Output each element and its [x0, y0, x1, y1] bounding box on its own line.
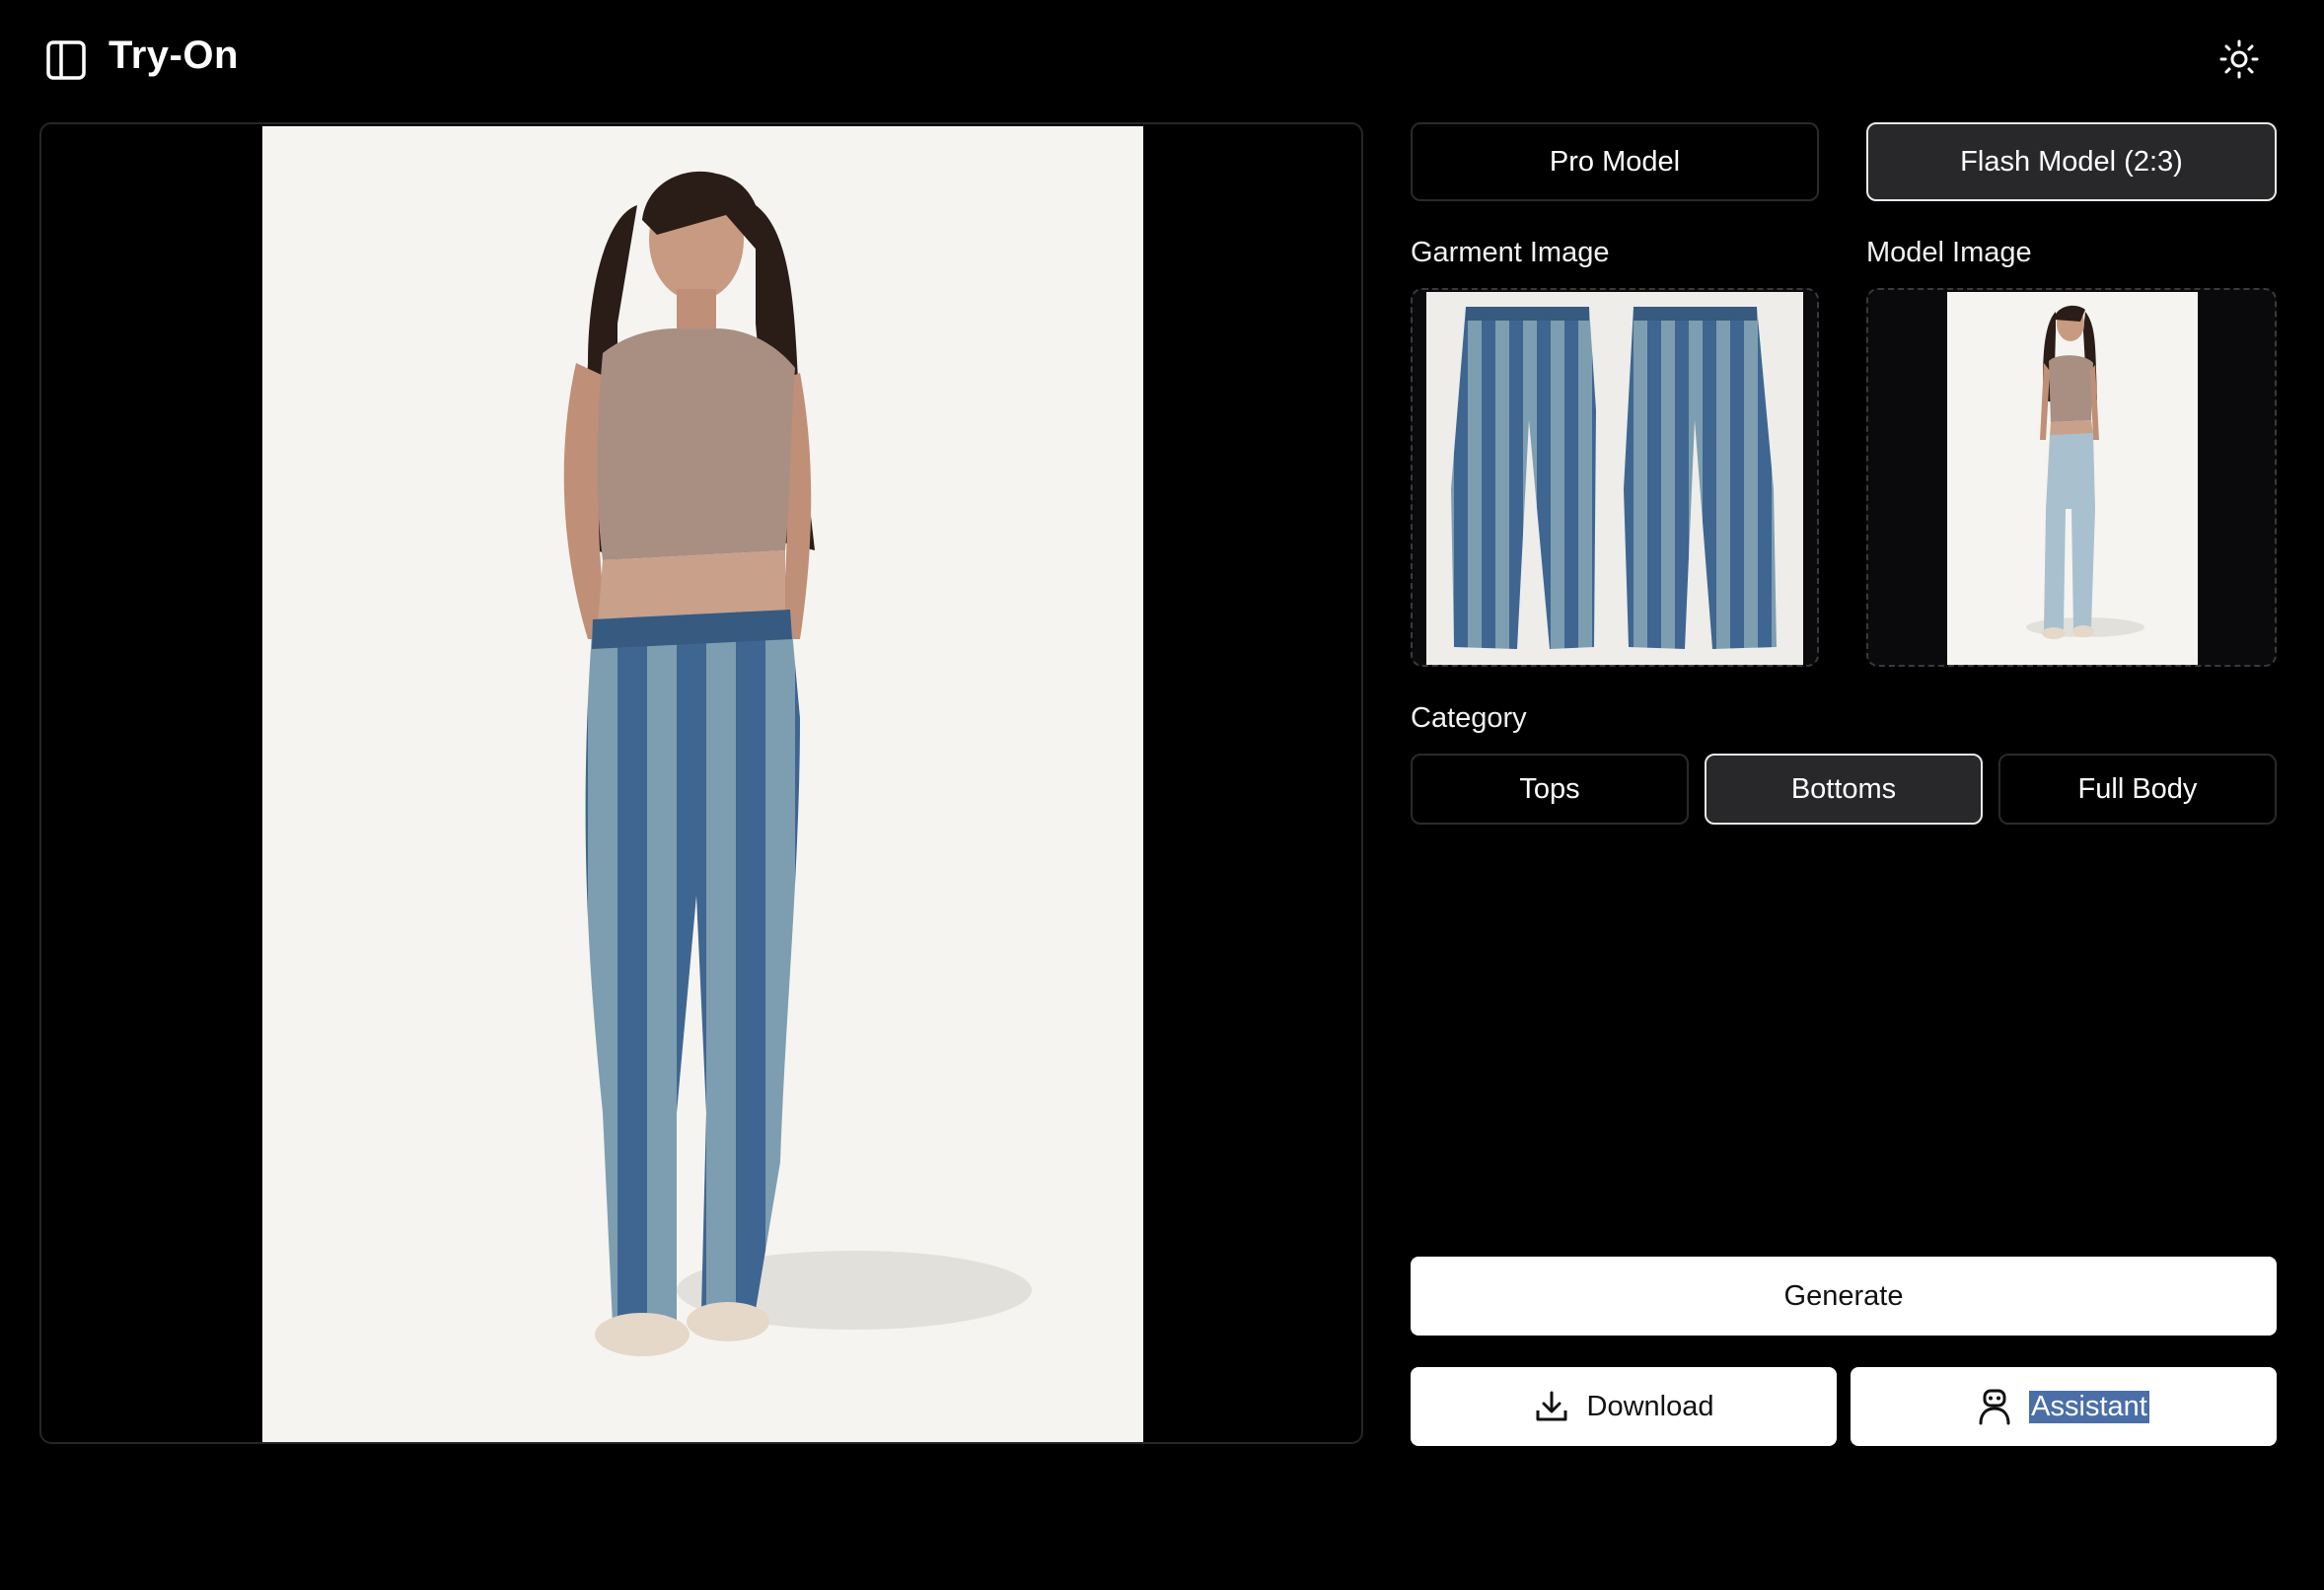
pro-model-button[interactable]: Pro Model — [1411, 122, 1819, 201]
flash-model-button[interactable]: Flash Model (2:3) — [1866, 122, 2277, 201]
download-button[interactable]: Download — [1411, 1367, 1837, 1446]
result-preview-panel — [39, 122, 1363, 1444]
garment-image-dropzone[interactable] — [1411, 288, 1819, 667]
model-image-label: Model Image — [1866, 237, 2032, 268]
assistant-button[interactable]: Assistant — [1851, 1367, 2277, 1446]
robot-icon — [1978, 1388, 2011, 1425]
model-image-dropzone[interactable] — [1866, 288, 2277, 667]
generate-button[interactable]: Generate — [1411, 1257, 2277, 1336]
garment-image-thumbnail — [1426, 292, 1803, 665]
app-root: Try-On Pro Model Flash Model (2:3) Garme… — [0, 0, 2324, 1590]
download-label: Download — [1586, 1390, 1714, 1422]
assistant-label: Assistant — [2029, 1390, 2149, 1423]
garment-image-label: Garment Image — [1411, 237, 1610, 268]
generate-label: Generate — [1783, 1279, 1904, 1312]
header: Try-On — [0, 0, 2324, 118]
category-bottoms-button[interactable]: Bottoms — [1705, 754, 1983, 825]
download-icon — [1534, 1389, 1569, 1424]
app-title: Try-On — [109, 34, 239, 77]
category-label: Category — [1411, 702, 1527, 734]
category-full-body-button[interactable]: Full Body — [1998, 754, 2277, 825]
sidebar-toggle-icon[interactable] — [45, 39, 87, 81]
sun-icon[interactable] — [2219, 39, 2259, 79]
result-image — [262, 126, 1143, 1442]
model-image-thumbnail — [1947, 292, 2198, 665]
category-tops-button[interactable]: Tops — [1411, 754, 1689, 825]
